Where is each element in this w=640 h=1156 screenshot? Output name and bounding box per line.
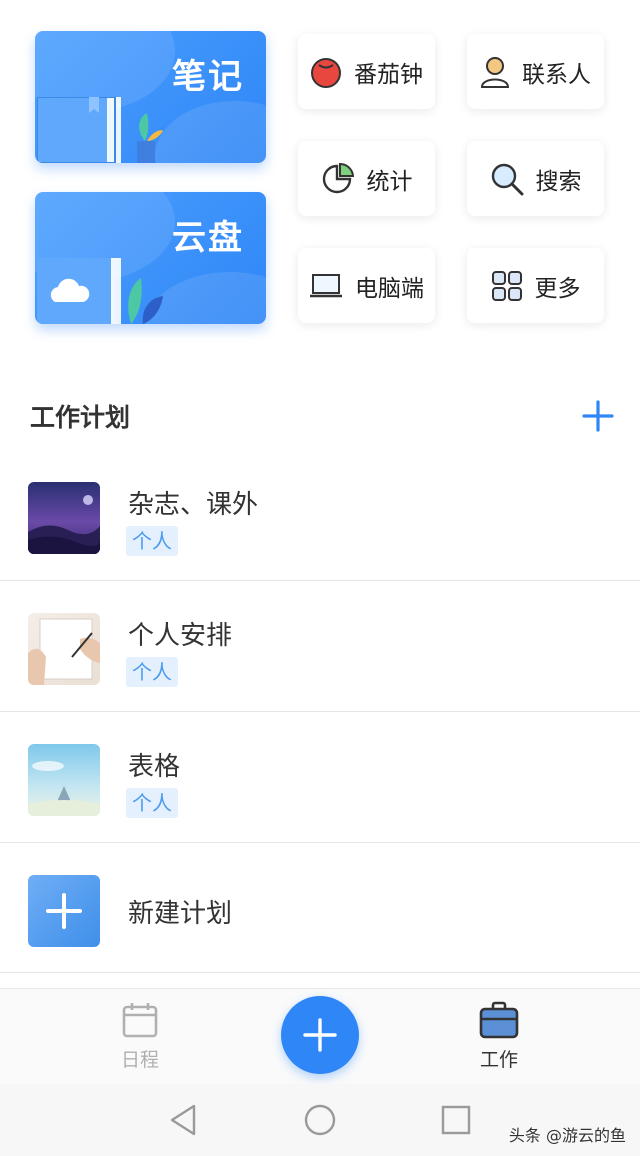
work-plan-section-title: 工作计划 xyxy=(30,403,131,432)
plan-tag-badge: 个人 xyxy=(126,788,178,818)
laptop-icon xyxy=(310,273,342,297)
tool-more[interactable]: 更多 xyxy=(467,248,604,323)
tab-schedule[interactable]: 日程 xyxy=(100,1001,180,1072)
add-plan-plus-icon[interactable] xyxy=(580,398,616,434)
search-icon xyxy=(491,163,523,195)
tool-statistics[interactable]: 统计 xyxy=(298,141,435,216)
tool-label: 更多 xyxy=(534,275,581,302)
pie-chart-icon xyxy=(322,162,354,193)
tool-tomato-timer[interactable]: 番茄钟 xyxy=(298,34,435,109)
contact-person-icon xyxy=(480,56,510,88)
leaf-icon xyxy=(128,278,163,324)
tab-schedule-label: 日程 xyxy=(120,1049,159,1071)
tool-contacts[interactable]: 联系人 xyxy=(467,34,604,109)
new-plan-label: 新建计划 xyxy=(128,899,233,929)
sky-landscape-thumbnail xyxy=(28,744,100,816)
briefcase-icon xyxy=(479,1001,519,1039)
tool-label: 统计 xyxy=(366,168,413,195)
tool-label: 番茄钟 xyxy=(354,61,423,88)
plant-icon xyxy=(137,113,163,163)
plan-tag-badge: 个人 xyxy=(126,657,178,687)
tab-work[interactable]: 工作 xyxy=(459,1001,539,1072)
plan-tag-badge: 个人 xyxy=(126,526,178,556)
plan-name: 表格 xyxy=(128,752,181,782)
card-decoration xyxy=(145,272,266,324)
notes-card-title: 笔记 xyxy=(172,57,244,97)
notebook-icon xyxy=(37,97,121,163)
tool-label: 搜索 xyxy=(535,168,582,195)
night-sky-thumbnail xyxy=(28,482,100,554)
plus-icon xyxy=(46,893,82,929)
add-floating-button[interactable] xyxy=(281,996,359,1074)
tool-label: 电脑端 xyxy=(355,275,424,302)
recents-square-icon[interactable] xyxy=(438,1102,474,1138)
grid-more-icon xyxy=(491,270,522,301)
plan-name: 个人安排 xyxy=(128,621,233,651)
home-circle-icon[interactable] xyxy=(302,1102,338,1138)
notebook-hand-thumbnail xyxy=(28,613,100,685)
card-decoration xyxy=(155,101,266,163)
tool-search[interactable]: 搜索 xyxy=(467,141,604,216)
folder-icon xyxy=(37,258,121,324)
watermark: 头条 @游云的鱼 xyxy=(508,1126,626,1145)
cloud-drive-card-title: 云盘 xyxy=(172,218,244,258)
new-plan-button[interactable] xyxy=(28,875,100,947)
plan-list-item[interactable]: 杂志、课外 个人 xyxy=(0,450,640,581)
tab-work-label: 工作 xyxy=(479,1049,518,1071)
back-triangle-icon[interactable] xyxy=(166,1102,202,1138)
cloud-drive-card[interactable]: 云盘 xyxy=(35,192,266,324)
calendar-icon xyxy=(122,1003,158,1038)
plan-list: 杂志、课外 个人 个人安排 个人 表格 个人 新建计划 xyxy=(0,450,640,973)
plan-name: 杂志、课外 xyxy=(128,490,259,520)
new-plan-item[interactable]: 新建计划 xyxy=(0,843,640,973)
tool-label: 联系人 xyxy=(522,61,591,88)
tomato-icon xyxy=(311,57,341,88)
tool-desktop[interactable]: 电脑端 xyxy=(298,248,435,323)
notes-card[interactable]: 笔记 xyxy=(35,31,266,163)
plan-list-item[interactable]: 表格 个人 xyxy=(0,712,640,843)
plan-list-item[interactable]: 个人安排 个人 xyxy=(0,581,640,712)
plus-icon xyxy=(303,1018,337,1052)
